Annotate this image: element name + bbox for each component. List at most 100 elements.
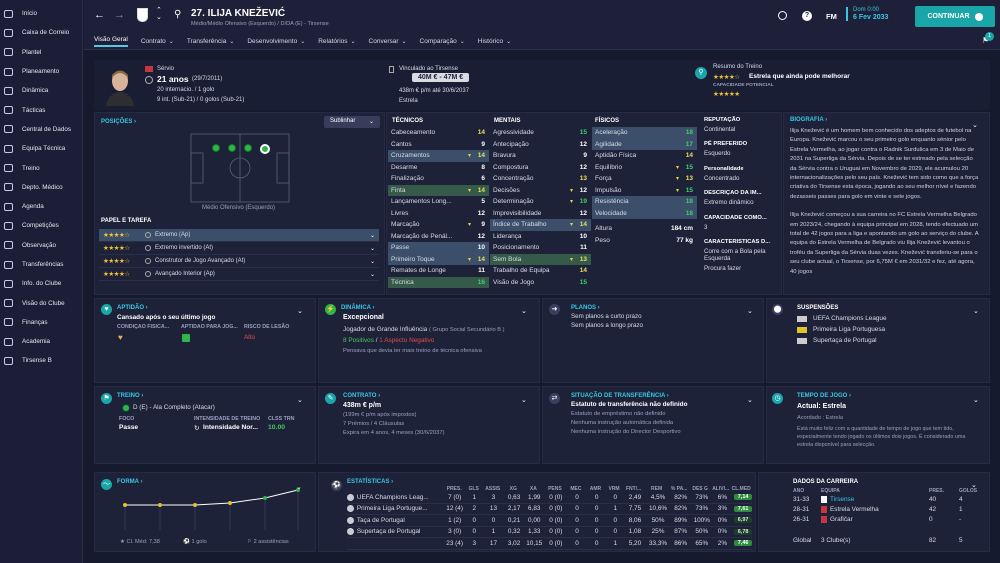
stats-column-header[interactable]: FNT/...	[623, 486, 645, 492]
fm-logo[interactable]: FM	[826, 12, 837, 21]
chevron-down-icon[interactable]: ⌄	[297, 307, 303, 315]
stats-column-header[interactable]: GLS	[465, 486, 482, 492]
technical-attribute[interactable]: Remates de Longe 11	[388, 265, 489, 277]
mental-attribute[interactable]: Visão de Jogo 15	[490, 277, 591, 289]
highlight-dropdown[interactable]: Sublinhar ⌄	[324, 116, 380, 128]
sheet-icon[interactable]	[778, 11, 787, 20]
chevron-down-icon[interactable]: ⌄	[297, 396, 303, 404]
sidebar-item[interactable]: Treino	[0, 158, 82, 177]
stats-column-header[interactable]: XG	[504, 486, 524, 492]
mental-attribute[interactable]: Índice de Trabalho ▾ 14	[490, 219, 591, 231]
sidebar-item[interactable]: Central de Dados	[0, 120, 82, 139]
physical-attribute[interactable]: Aptidão Física 14	[592, 150, 697, 162]
sidebar-item[interactable]: Transferências	[0, 255, 82, 274]
sidebar-item[interactable]: Tirsense B	[0, 351, 82, 370]
sidebar-item[interactable]: Visão do Clube	[0, 293, 82, 312]
tab-item[interactable]: Visão Geral	[94, 36, 128, 47]
physical-attribute[interactable]: Aceleração 18	[592, 127, 697, 139]
mental-attribute[interactable]: Bravura 9	[490, 150, 591, 162]
tab-item[interactable]: Transferência ⌄	[187, 38, 235, 45]
sidebar-item[interactable]: Competições	[0, 216, 82, 235]
stats-column-header[interactable]: DES G	[689, 486, 711, 492]
sidebar-item[interactable]: Plantel	[0, 43, 82, 62]
stats-column-header[interactable]: MEC	[566, 486, 586, 492]
physical-attribute[interactable]: Equilíbrio ▾ 15	[592, 162, 697, 174]
table-row[interactable]: 31-33 Tirsense 40 4	[793, 494, 983, 504]
role-row[interactable]: ★★★★☆ Construtor de Jogo Avançado (At) ⌄	[99, 255, 379, 268]
sidebar-item[interactable]: Equipa Técnica	[0, 139, 82, 158]
table-row[interactable]: Supertaça de Portugal 3 (0) 0 1 0,32 1,33 0 (0…	[347, 527, 753, 538]
club-crest-icon[interactable]	[137, 8, 148, 22]
technical-attribute[interactable]: Cantos 9	[388, 139, 489, 151]
stats-column-header[interactable]: CL.MED	[730, 486, 752, 492]
training-title[interactable]: TREINO ›	[117, 393, 143, 399]
sidebar-item[interactable]: Academia	[0, 332, 82, 351]
tab-item[interactable]: Comparação ⌄	[420, 38, 465, 45]
stats-column-header[interactable]: ASSIS	[482, 486, 504, 492]
technical-attribute[interactable]: Lançamentos Long... 5	[388, 196, 489, 208]
continue-button[interactable]: CONTINUAR	[915, 6, 995, 27]
sidebar-item[interactable]: Info. do Clube	[0, 274, 82, 293]
table-row[interactable]: 28-31 Estrela Vermelha 42 1	[793, 504, 983, 514]
technical-attribute[interactable]: Cruzamentos ▾ 14	[388, 150, 489, 162]
position-marker[interactable]	[260, 144, 270, 154]
chevron-down-icon[interactable]: ⌄	[296, 483, 302, 491]
stats-column-header[interactable]: PRES.	[443, 486, 466, 492]
back-icon[interactable]: ←	[94, 9, 105, 21]
chevron-down-icon[interactable]: ⌄	[521, 396, 527, 404]
report-icon[interactable]: ⚲	[695, 67, 707, 79]
role-row[interactable]: ★★★★☆ Avançado Interior (Ap) ⌄	[99, 268, 379, 281]
tab-item[interactable]: Histórico ⌄	[478, 38, 511, 45]
stats-column-header[interactable]: ALIVI...	[711, 486, 731, 492]
chevron-down-icon[interactable]: ⌄	[747, 307, 753, 315]
table-row[interactable]: UEFA Champions Leag... 7 (0) 1 3 0,63 1,99 0 (…	[347, 492, 753, 504]
dynamics-title[interactable]: DINÂMICA ›	[341, 305, 374, 311]
physical-attribute[interactable]: Impulsão ▾ 15	[592, 185, 697, 197]
sidebar-item[interactable]: Agenda	[0, 197, 82, 216]
plans-title[interactable]: PLANOS ›	[571, 305, 600, 311]
transfer-title[interactable]: SITUAÇÃO DE TRANSFERÊNCIA ›	[571, 393, 669, 399]
tab-item[interactable]: Contrato ⌄	[141, 38, 174, 45]
sidebar-item[interactable]: Observação	[0, 236, 82, 255]
position-marker[interactable]	[244, 144, 252, 152]
sidebar-item[interactable]: Tácticas	[0, 100, 82, 119]
table-row[interactable]: 26-31 Grafičar 0 -	[793, 514, 983, 524]
mental-attribute[interactable]: Concentração 13	[490, 173, 591, 185]
sidebar-item[interactable]: Depto. Médico	[0, 178, 82, 197]
mental-attribute[interactable]: Trabalho de Equipa 14	[490, 265, 591, 277]
chevron-down-icon[interactable]: ⌄	[747, 396, 753, 404]
mental-attribute[interactable]: Determinação ▾ 19	[490, 196, 591, 208]
chevron-down-icon[interactable]: ⌄	[973, 396, 979, 404]
stats-column-header[interactable]: VRM	[605, 486, 623, 492]
stats-column-header[interactable]: AMR	[586, 486, 606, 492]
physical-attribute[interactable]: Força ▾ 13	[592, 173, 697, 185]
table-row[interactable]: Primeira Liga Portugue... 12 (4) 2 13 2,17 6,…	[347, 504, 753, 515]
mental-attribute[interactable]: Decisões ▾ 12	[490, 185, 591, 197]
technical-attribute[interactable]: Desarme 8	[388, 162, 489, 174]
table-row[interactable]: 23 (4) 3 17 3,02 10,15 0 (0) 0 0 1 5,20 33,3% 86% 65…	[347, 538, 753, 550]
tab-item[interactable]: Desenvolvimento ⌄	[247, 38, 305, 45]
technical-attribute[interactable]: Primeiro Toque ▾ 14	[388, 253, 489, 265]
player-switch-icon[interactable]: ⌃ ⌄	[156, 7, 162, 21]
sidebar-item[interactable]: Planeamento	[0, 62, 82, 81]
forward-icon[interactable]: →	[114, 9, 125, 21]
table-row[interactable]: Taça de Portugal 1 (2) 0 0 0,21 0,00 0 (0) 0 0 0 8…	[347, 515, 753, 527]
technical-attribute[interactable]: Finta ▾ 14	[388, 184, 489, 196]
stats-column-header[interactable]: XA	[523, 486, 544, 492]
sidebar-item[interactable]: Início	[0, 4, 82, 23]
position-marker[interactable]	[228, 144, 236, 152]
technical-attribute[interactable]: Marcação ▾ 9	[388, 219, 489, 231]
mental-attribute[interactable]: Posicionamento 11	[490, 242, 591, 254]
physical-attribute[interactable]: Velocidade 18	[592, 207, 697, 219]
search-icon[interactable]: ⚲	[174, 9, 181, 20]
help-icon[interactable]: ?	[802, 11, 812, 21]
mental-attribute[interactable]: Compostura 12	[490, 162, 591, 174]
technical-attribute[interactable]: Marcação de Penál... 12	[388, 231, 489, 243]
mental-attribute[interactable]: Sem Bola ▾ 13	[490, 253, 591, 265]
positions-title[interactable]: POSIÇÕES ›	[101, 119, 136, 125]
playing-time-title[interactable]: TEMPO DE JOGO ›	[797, 393, 851, 399]
biography-title[interactable]: BIOGRAFIA ›	[790, 117, 827, 123]
mental-attribute[interactable]: Liderança 10	[490, 231, 591, 243]
physical-attribute[interactable]: Resistência 18	[592, 196, 697, 208]
sidebar-item[interactable]: Dinâmica	[0, 81, 82, 100]
